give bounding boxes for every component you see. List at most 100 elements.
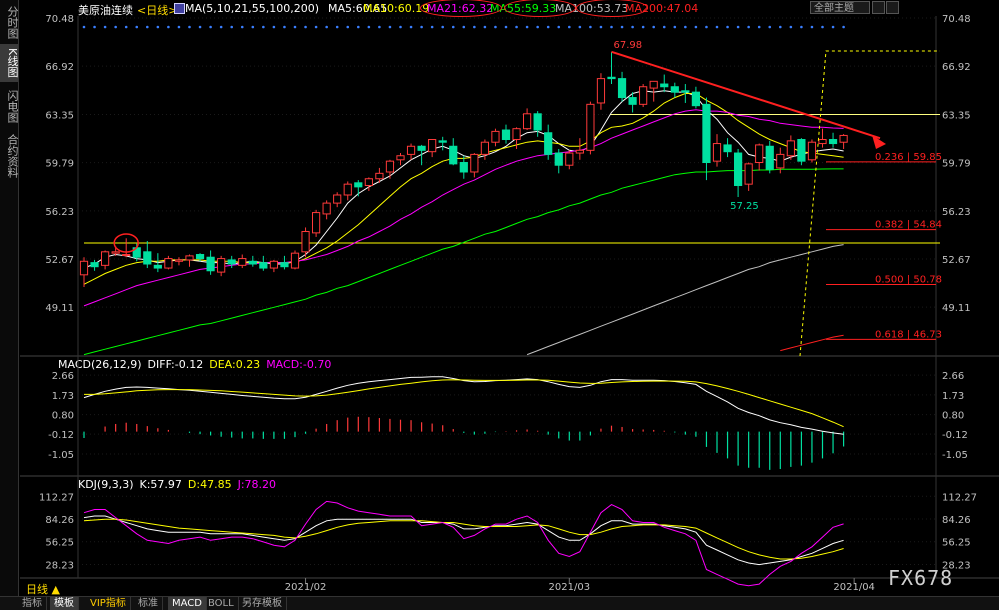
candle-up (755, 144, 764, 164)
candle-down (90, 262, 99, 268)
price-ytick-right: 66.92 (942, 62, 971, 73)
price-marker-dot (631, 25, 634, 29)
price-marker-dot (262, 25, 265, 29)
ma-line-ma55 (83, 168, 844, 356)
candle-up (586, 103, 595, 151)
price-marker-dot (198, 25, 202, 29)
candle-down (354, 182, 363, 188)
tab-indicator[interactable]: 指标 (18, 597, 47, 610)
candle-down (206, 256, 215, 272)
price-marker-dot (673, 25, 677, 29)
candle-down (607, 76, 616, 80)
candle-up (301, 231, 310, 253)
price-marker-dot (420, 25, 423, 29)
fib-projection-line (799, 50, 940, 357)
price-marker-dot (536, 25, 539, 29)
price-ytick-left: 63.35 (45, 110, 74, 121)
price-ytick-right: 49.11 (942, 303, 971, 314)
price-marker-dot (188, 25, 191, 29)
candle-down (734, 152, 743, 187)
price-marker-dot (146, 25, 149, 29)
kdj-ytick-left: 112.27 (39, 492, 74, 503)
candle-up (565, 152, 574, 166)
period-selector[interactable]: 日线 ▲ (26, 581, 60, 597)
price-marker-dot (599, 25, 603, 29)
candle-up (111, 251, 120, 254)
candle-up (396, 155, 405, 161)
kdj-ytick-right: 112.27 (942, 492, 977, 503)
price-marker-dot (810, 25, 814, 29)
tab-standard[interactable]: 标准 (134, 597, 163, 610)
candle-up (523, 113, 532, 130)
price-ytick-left: 49.11 (45, 303, 74, 314)
price-marker-dot (441, 25, 445, 29)
candle-up (470, 153, 479, 173)
candle-up (79, 260, 89, 276)
candle-up (269, 260, 278, 269)
fib-level-label: 0.500 | 50.78 (875, 275, 942, 286)
chart-canvas[interactable]: 70.48 70.48 66.92 66.92 63.35 63.35 59.79 59.79… (0, 0, 999, 609)
tab-boll[interactable]: BOLL (204, 597, 239, 610)
candle-up (786, 140, 795, 157)
fib-level-label: 0.382 | 54.84 (875, 220, 942, 231)
candle-up (312, 212, 321, 234)
price-marker-dot (779, 25, 782, 29)
price-marker-dot (93, 25, 96, 29)
price-marker-dot (662, 25, 666, 29)
macd-ytick-left: -1.05 (48, 450, 74, 461)
macd-ytick-right: -0.12 (942, 430, 968, 441)
price-marker-dot (388, 25, 392, 29)
candle-down (248, 260, 257, 265)
price-marker-dot (346, 25, 350, 29)
high-price-label: 67.98 (614, 40, 643, 51)
price-marker-dot (124, 25, 128, 29)
ma-line-ma100 (526, 244, 844, 356)
tab-vip-indicator[interactable]: VIP指标 (86, 597, 131, 610)
kdj-line-k (83, 515, 844, 566)
price-marker-dot (568, 25, 571, 29)
candle-down (449, 145, 458, 165)
kdj-ytick-left: 84.26 (45, 515, 74, 526)
candle-up (238, 258, 247, 266)
price-marker-dot (768, 25, 772, 29)
price-marker-dot (135, 25, 139, 29)
price-marker-dot (335, 25, 339, 29)
candle-up (491, 130, 500, 143)
candle-up (122, 254, 131, 257)
candle-up (744, 163, 753, 185)
price-ytick-left: 56.23 (45, 207, 74, 218)
candle-down (617, 78, 627, 99)
tab-macd[interactable]: MACD (168, 597, 207, 610)
price-marker-dot (251, 25, 255, 29)
macd-ytick-right: 1.73 (942, 391, 964, 402)
candle-down (670, 86, 679, 93)
candle-up (375, 172, 384, 180)
price-marker-dot (103, 25, 107, 29)
candle-up (807, 141, 817, 161)
candle-down (691, 91, 700, 107)
price-marker-dot (641, 25, 645, 29)
candle-down (227, 259, 236, 265)
price-marker-dot (114, 25, 117, 29)
price-marker-dot (156, 25, 160, 29)
tab-template[interactable]: 模板 (50, 597, 79, 610)
price-marker-dot (747, 25, 750, 29)
price-marker-dot (684, 25, 687, 29)
candle-down (533, 113, 542, 131)
candle-down (501, 129, 511, 141)
price-marker-dot (293, 25, 297, 29)
price-marker-dot (451, 25, 455, 29)
price-marker-dot (230, 25, 233, 29)
price-marker-dot (557, 25, 561, 29)
price-marker-dot (736, 25, 740, 29)
xtick-label: 2021/02 (285, 582, 327, 593)
candle-up (101, 251, 110, 266)
tab-save-template[interactable]: 另存模板 (238, 597, 287, 610)
macd-ytick-right: 2.66 (942, 371, 964, 382)
price-marker-dot (800, 25, 803, 29)
candle-up (343, 183, 352, 196)
price-marker-dot (726, 25, 729, 29)
candle-up (290, 252, 300, 269)
price-marker-dot (578, 25, 582, 29)
candle-up (322, 202, 331, 215)
